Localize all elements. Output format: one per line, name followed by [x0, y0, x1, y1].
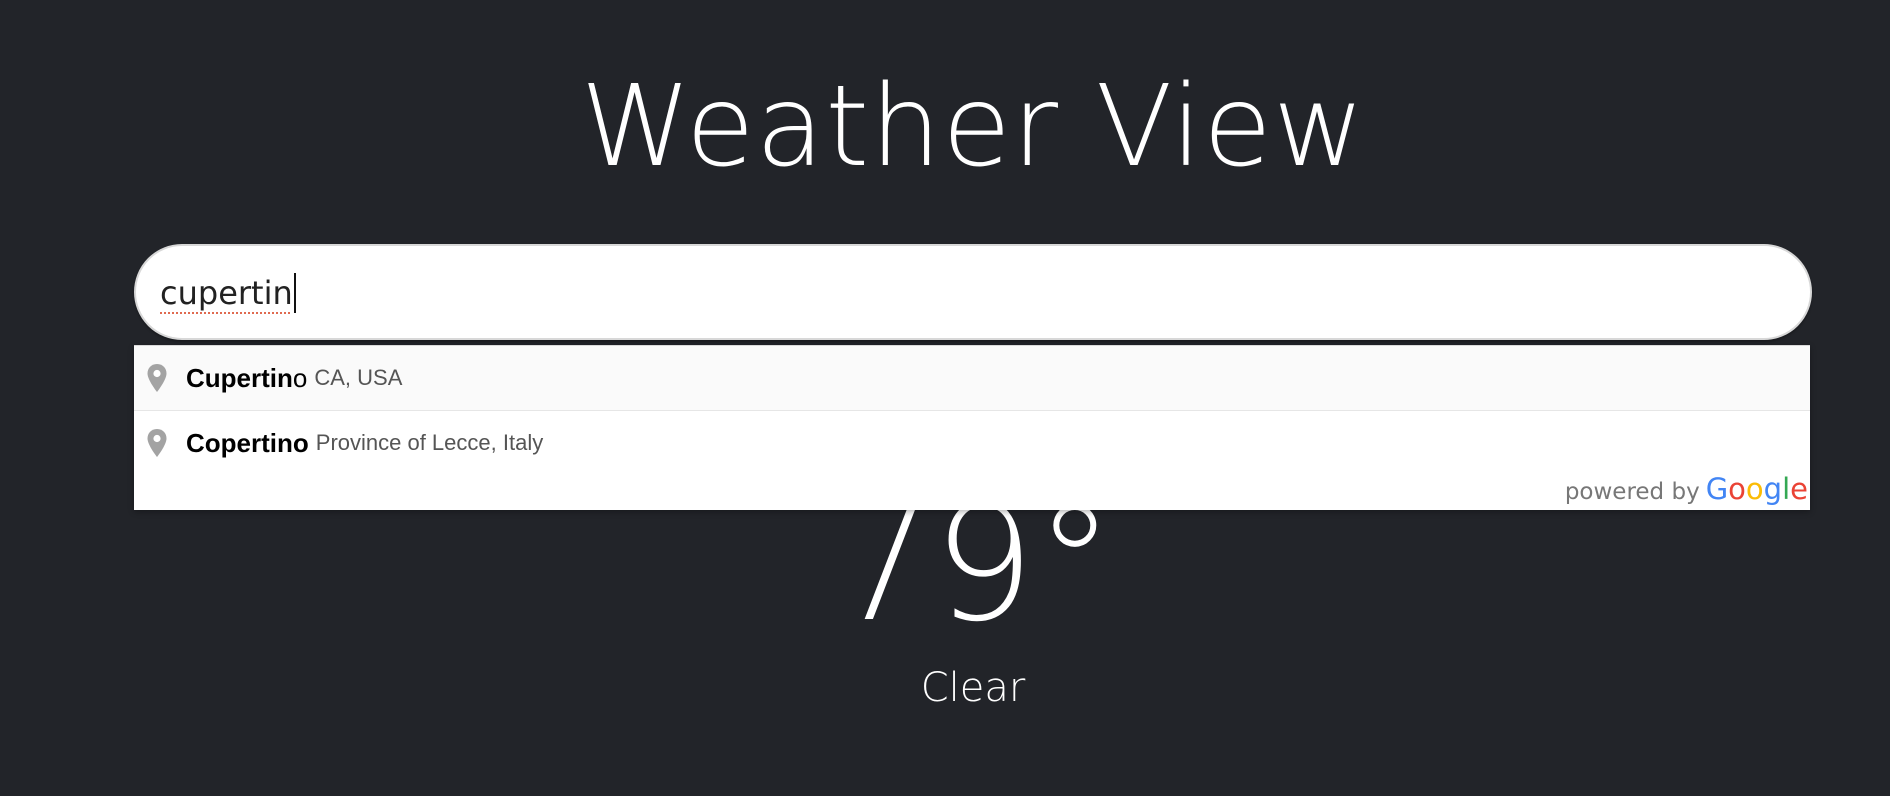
powered-by-label: powered by: [1564, 479, 1700, 505]
google-logo-letter: e: [1790, 472, 1808, 506]
suggestion-secondary-text: Province of Lecce, Italy: [315, 430, 544, 455]
search-input[interactable]: cupertin: [160, 264, 296, 322]
google-logo-letter: o: [1745, 472, 1764, 506]
weather-condition: Clear: [920, 665, 1026, 711]
powered-by-google: powered by Google: [1565, 472, 1808, 506]
map-pin-icon: [147, 364, 167, 392]
suggestion-match-text: Copertino: [186, 427, 309, 458]
suggestion-match-text: Cupertin: [186, 362, 293, 393]
temperature-display: 79°: [831, 470, 1115, 657]
weather-app: Weather View 79° Clear cupertin Cupertin…: [0, 0, 1890, 796]
suggestion-item-copertino[interactable]: Copertino Province of Lecce, Italy: [134, 411, 1810, 475]
google-logo-letter: o: [1728, 472, 1746, 506]
google-logo-letter: l: [1782, 472, 1791, 506]
autocomplete-dropdown: Cupertin o CA, USA Copertino Province of …: [134, 345, 1810, 510]
suggestion-item-cupertino[interactable]: Cupertin o CA, USA: [134, 346, 1810, 411]
google-logo-letter: g: [1763, 472, 1783, 506]
suggestion-secondary-text: CA, USA: [314, 365, 403, 390]
map-pin-icon: [147, 429, 167, 457]
location-search-box[interactable]: cupertin: [134, 244, 1812, 340]
text-caret: [293, 273, 296, 313]
google-logo: Google: [1706, 472, 1808, 506]
google-logo-letter: G: [1705, 472, 1729, 506]
page-title: Weather View: [580, 62, 1366, 192]
suggestion-rest-text: o: [292, 362, 308, 393]
search-input-value: cupertin: [160, 274, 293, 312]
